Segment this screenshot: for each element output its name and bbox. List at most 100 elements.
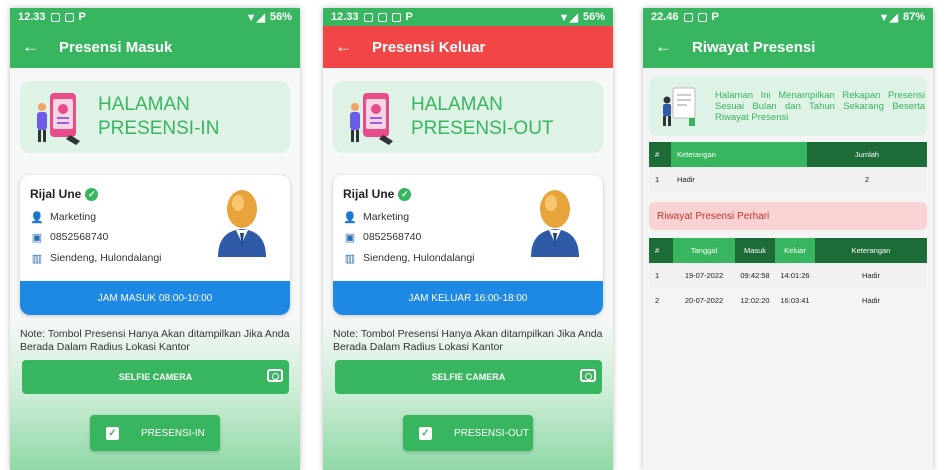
location-note: Note: Tombol Presensi Hanya Akan ditampi… [20,328,290,353]
page-title: Presensi Masuk [59,38,173,56]
col-header: Keterangan [671,142,807,167]
person-icon: 👤 [343,211,357,224]
table-cell: 1 [649,167,671,192]
page-banner: HALAMAN PRESENSI-OUT [333,81,603,153]
jam-keluar-bar: JAM KELUAR 16:00-18:00 [333,281,603,315]
back-arrow-icon[interactable]: ← [335,37,352,57]
jam-masuk-bar: JAM MASUK 08:00-10:00 [20,281,290,315]
col-header: Masuk [735,238,775,263]
profile-card: Rijal Une ✓ 👤 Marketing ▣ 0852568740 ▥ Siend… [333,175,603,315]
address-row: ▥ Siendeng, Hulondalangi [30,252,162,265]
table-row: 1 Hadir 2 [649,167,927,192]
profile-name: Rijal Une [30,187,82,201]
back-arrow-icon[interactable]: ← [22,37,39,57]
avatar-icon [531,190,579,257]
notification-icon [683,12,693,22]
camera-icon [267,369,283,382]
presensi-keluar-screen: 12.33 P ▼◢ 56% ← Presensi Keluar HALAMAN P… [323,8,613,470]
app-bar: ← Presensi Keluar [323,26,613,68]
table-cell: 09:42:58 [735,263,775,288]
status-bar: 22.46 P ▼◢ 87% [643,8,933,26]
page-title: Presensi Keluar [372,38,486,56]
table-cell: 20-07-2022 [684,296,724,305]
banner-line-2: PRESENSI-IN [98,118,220,139]
riwayat-presensi-screen: 22.46 P ▼◢ 87% ← Riwayat Presensi Halaman … [643,8,933,470]
page-banner: HALAMAN PRESENSI-IN [20,81,290,153]
checkbox-icon: ✓ [106,426,119,440]
address-row: ▥ Siendeng, Hulondalangi [343,252,475,265]
address-text: Siendeng, Hulondalangi [363,252,475,264]
selfie-camera-label: SELFIE CAMERA [118,372,193,382]
back-arrow-icon[interactable]: ← [655,37,672,57]
banner-description: Halaman Ini Menampilkan Rekapan Presensi… [715,89,925,123]
table-cell: 2 [807,167,927,192]
phone-text: 0852568740 [50,231,109,243]
presensi-in-label: PRESENSI-IN [141,427,205,439]
verified-check-icon: ✓ [85,187,99,201]
signal-icon: ▼◢ [878,11,898,24]
phone-row: ▣ 0852568740 [343,231,422,244]
parking-icon: P [711,11,719,23]
selfie-camera-label: SELFIE CAMERA [431,372,506,382]
selfie-camera-button[interactable]: SELFIE CAMERA [335,360,602,394]
phone-profile-illustration-icon [350,93,393,145]
app-bar: ← Riwayat Presensi [643,26,933,68]
contact-card-icon: ▣ [344,231,356,244]
summary-header-row: # Keterangan Jumlah [649,142,927,167]
table-cell: Hadir [862,296,880,305]
presensi-out-button[interactable]: ✓ PRESENSI-OUT [403,415,533,451]
daily-table: # Tanggal Masuk Keluar Keterangan 1 19-0… [649,238,927,313]
banner-line-1: HALAMAN [98,94,190,115]
profile-name: Rijal Une [343,187,395,201]
selfie-camera-button[interactable]: SELFIE CAMERA [22,360,289,394]
status-bar: 12.33 P ▼◢ 56% [323,8,613,26]
status-bar: 12.33 P ▼◢ 56% [10,8,300,26]
location-note: Note: Tombol Presensi Hanya Akan ditampi… [333,328,603,353]
app-bar: ← Presensi Masuk [10,26,300,68]
page-title: Riwayat Presensi [692,38,816,56]
parking-icon: P [405,11,413,23]
status-time: 12.33 [18,11,46,23]
col-header: Jumlah [807,142,927,167]
table-cell: 14:01:26 [775,263,815,288]
table-cell: 19-07-2022 [673,263,735,288]
phone-profile-illustration-icon [37,93,80,145]
building-icon: ▥ [344,252,356,265]
col-header: # [649,238,673,263]
col-header: Tanggal [673,238,735,263]
battery-level: 56% [269,11,292,23]
presensi-in-button[interactable]: ✓ PRESENSI-IN [90,415,220,451]
notification-icon [377,12,387,22]
profile-name-row: Rijal Une ✓ [30,187,99,201]
riwayat-banner: Halaman Ini Menampilkan Rekapan Presensi… [649,76,927,136]
col-header: Keluar [775,238,815,263]
department-text: Marketing [363,211,410,223]
camera-icon [580,369,596,382]
presensi-out-label: PRESENSI-OUT [454,427,530,439]
table-cell: Hadir [815,263,927,288]
avatar-icon [218,190,266,257]
checkbox-icon: ✓ [419,426,432,440]
department-text: Marketing [50,211,97,223]
profile-name-row: Rijal Une ✓ [343,187,412,201]
notification-icon [50,12,60,22]
table-row: 1 19-07-2022 09:42:58 14:01:26 Hadir [649,263,927,288]
phone-text: 0852568740 [363,231,422,243]
signal-icon: ▼◢ [558,11,578,24]
battery-level: 56% [582,11,605,23]
table-row: 2 20-07-2022 12:02:20 16:03:41 Hadir [649,288,927,313]
document-person-illustration-icon [663,87,696,126]
status-time: 22.46 [651,11,679,23]
building-icon: ▥ [31,252,43,265]
department-row: 👤 Marketing [30,211,97,224]
table-cell: 2 [655,296,660,305]
phone-row: ▣ 0852568740 [30,231,109,244]
signal-icon: ▼◢ [245,11,265,24]
notification-icon [363,12,373,22]
table-cell: Hadir [671,167,807,192]
status-time: 12.33 [331,11,359,23]
profile-card: Rijal Une ✓ 👤 Marketing ▣ 0852568740 ▥ Siend… [20,175,290,315]
notification-icon [391,12,401,22]
address-text: Siendeng, Hulondalangi [50,252,162,264]
contact-card-icon: ▣ [31,231,43,244]
